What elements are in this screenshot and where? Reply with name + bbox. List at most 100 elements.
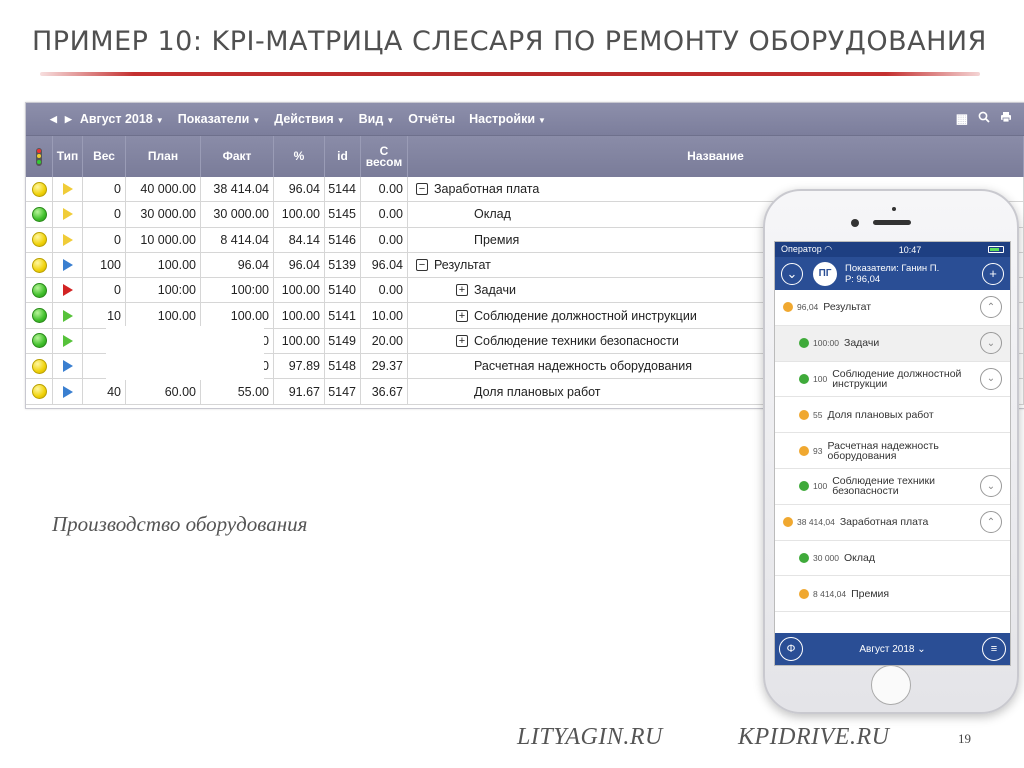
chevron-up-icon[interactable]: ⌃	[980, 511, 1002, 534]
item-name: Результат	[823, 301, 872, 314]
list-item[interactable]: 30 000 Оклад	[775, 541, 1010, 577]
yellow-type-icon	[62, 233, 73, 246]
yellow-type-icon	[62, 183, 73, 196]
status-cell	[26, 202, 53, 227]
header-title: Показатели: Ганин П.	[845, 262, 940, 274]
chevron-up-icon[interactable]: ⌃	[980, 296, 1002, 319]
weight-cell: 0	[83, 202, 126, 227]
collapse-button[interactable]: ⌄	[781, 262, 803, 285]
id-cell: 5145	[325, 202, 361, 227]
phi-icon: Φ	[786, 643, 796, 655]
list-item[interactable]: 96,04 Результат ⌃	[775, 290, 1010, 326]
menu-label: Показатели	[177, 112, 250, 126]
hamburger-icon: ≡	[990, 643, 998, 655]
menu-view[interactable]: Вид ▼	[359, 112, 395, 126]
green-type-icon	[62, 334, 73, 347]
collapse-icon[interactable]: −	[416, 183, 428, 196]
blue-type-icon	[62, 385, 73, 398]
plan-cell: 60.00	[126, 379, 201, 404]
list-item[interactable]: 55 Доля плановых работ	[775, 397, 1010, 434]
status-bar: Оператор ◠ 10:47	[775, 242, 1010, 257]
period-dropdown[interactable]: Август 2018 ▼	[80, 112, 164, 126]
weighted-cell: 0.00	[361, 177, 408, 202]
home-button[interactable]	[871, 665, 911, 705]
status-cell	[26, 177, 53, 202]
weight-column-header[interactable]: Вес	[83, 136, 126, 177]
footer-link-kpidrive[interactable]: KPIDRIVE.RU	[738, 724, 889, 751]
weighted-cell: 0.00	[361, 227, 408, 252]
list-item[interactable]: 100 Соблюдение техники безопасности ⌄	[775, 469, 1010, 505]
type-cell	[53, 177, 83, 202]
item-value: 96,04	[797, 302, 819, 313]
plan-cell: 100.00	[126, 303, 201, 328]
toolbar: ◀ ▶ Август 2018 ▼ Показатели ▼ Действия ▼ В…	[26, 103, 1024, 135]
status-cell	[26, 303, 53, 328]
percent-cell: 84.14	[274, 227, 325, 252]
clock: 10:47	[898, 244, 922, 255]
list-item[interactable]: 8 414,04 Премия	[775, 576, 1010, 613]
yellow-type-icon	[62, 208, 73, 221]
weight-cell: 0	[83, 227, 126, 252]
expand-icon[interactable]: +	[456, 284, 468, 297]
add-button[interactable]: +	[982, 262, 1004, 285]
indicator-name: Премия	[474, 232, 520, 247]
expand-icon[interactable]: +	[456, 309, 468, 322]
weighted-column-header[interactable]: С весом	[361, 136, 408, 177]
expand-icon[interactable]: +	[456, 334, 468, 347]
weight-cell: 0	[83, 278, 126, 303]
type-column-header[interactable]: Тип	[53, 136, 83, 177]
list-item[interactable]: 93 Расчетная надежность оборудования	[775, 433, 1010, 469]
weight-cell: 10	[83, 303, 126, 328]
percent-cell: 97.89	[274, 354, 325, 379]
footer-link-lityagin[interactable]: LITYAGIN.RU	[517, 724, 663, 751]
next-period-icon[interactable]: ▶	[65, 114, 72, 125]
percent-cell: 91.67	[274, 379, 325, 404]
list-item[interactable]: 100:00 Задачи ⌄	[775, 325, 1010, 362]
plan-cell: 100.00	[126, 252, 201, 278]
id-column-header[interactable]: id	[325, 136, 361, 177]
collapse-icon[interactable]: −	[416, 259, 428, 272]
indicator-name: Соблюдение техники безопасности	[474, 333, 679, 348]
chevron-down-icon[interactable]: ⌄	[980, 332, 1002, 355]
search-icon[interactable]	[978, 111, 990, 127]
indicator-name: Расчетная надежность оборудования	[474, 359, 693, 374]
id-cell: 5139	[325, 252, 361, 278]
phone-camera	[851, 219, 859, 227]
menu-reports[interactable]: Отчёты	[408, 112, 455, 126]
period-selector[interactable]: Август 2018 ⌄	[859, 644, 925, 655]
avatar[interactable]: ПГ	[813, 261, 837, 286]
name-column-header[interactable]: Название	[408, 136, 1024, 177]
prev-period-icon[interactable]: ◀	[50, 114, 57, 125]
menu-indicators[interactable]: Показатели ▼	[178, 112, 261, 126]
slide-title: ПРИМЕР 10: KPI-МАТРИЦА СЛЕСАРЯ ПО РЕМОНТ…	[32, 26, 987, 57]
print-icon[interactable]	[1000, 111, 1012, 127]
chevron-down-icon[interactable]: ⌄	[980, 367, 1002, 390]
period-label: Август 2018	[79, 112, 153, 126]
item-name: Премия	[851, 587, 890, 600]
menu-settings[interactable]: Настройки ▼	[469, 112, 546, 126]
green-type-icon	[62, 309, 73, 322]
menu-actions[interactable]: Действия ▼	[274, 112, 344, 126]
fact-column-header[interactable]: Факт	[201, 136, 274, 177]
status-column-header[interactable]	[26, 136, 53, 177]
menu-button[interactable]: ≡	[981, 637, 1006, 661]
fact-cell: 30 000.00	[201, 202, 274, 227]
carrier-label: Оператор ◠	[781, 244, 832, 255]
orange-status-icon	[799, 445, 809, 456]
app-header: ⌄ ПГ Показатели: Ганин П. Р: 96,04 +	[775, 257, 1010, 290]
plan-column-header[interactable]: План	[126, 136, 201, 177]
fact-cell: 38 414.04	[201, 177, 274, 202]
indicator-name: Задачи	[474, 283, 516, 298]
list-item[interactable]: 38 414,04 Заработная плата ⌃	[775, 505, 1010, 541]
caret-down-icon: ▼	[538, 116, 546, 125]
toolbar-icons: ▦	[956, 111, 1024, 127]
chevron-down-icon[interactable]: ⌄	[980, 475, 1002, 498]
period-label: Август 2018	[859, 643, 915, 655]
list-item[interactable]: 100 Соблюдение должностной инструкции ⌄	[775, 362, 1010, 398]
grid-icon[interactable]: ▦	[956, 111, 968, 127]
status-cell	[26, 379, 53, 404]
percent-column-header[interactable]: %	[274, 136, 325, 177]
filter-button[interactable]: Φ	[779, 637, 803, 661]
id-cell: 5141	[325, 303, 361, 328]
item-name: Соблюдение должностной инструкции	[832, 367, 962, 390]
